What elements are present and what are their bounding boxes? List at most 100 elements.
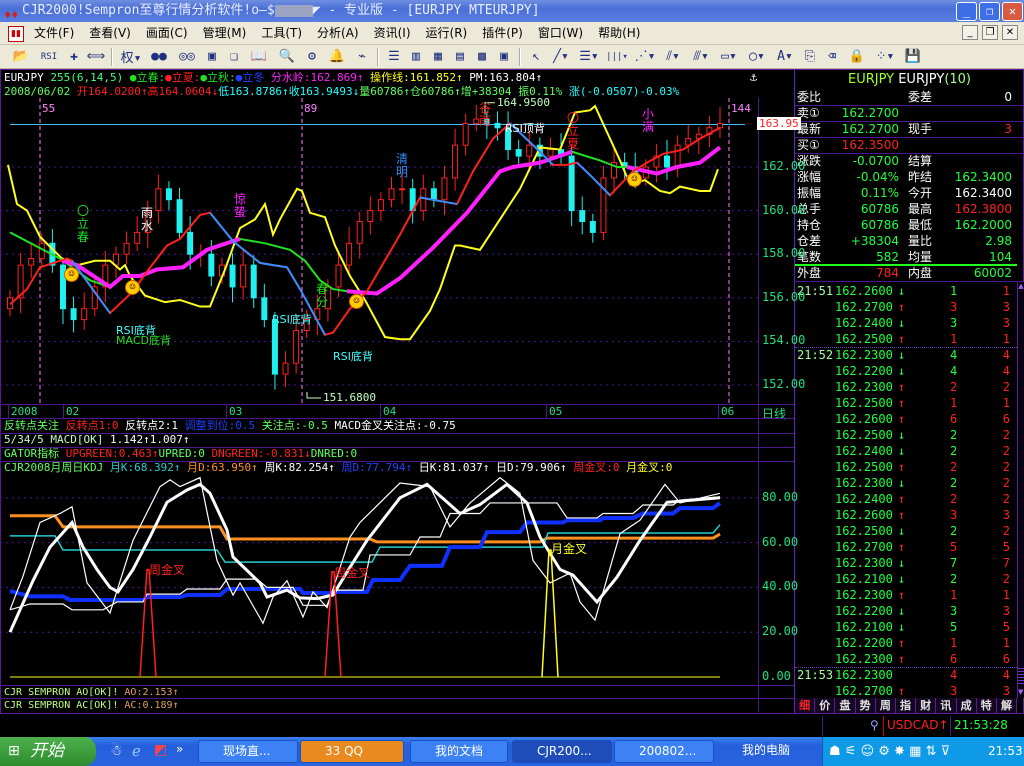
- close-button[interactable]: ✕: [1002, 2, 1023, 21]
- parallel-tool-icon[interactable]: ⫻▾: [688, 47, 714, 67]
- glasses-icon[interactable]: ◎◎: [174, 47, 200, 67]
- menu-item[interactable]: 资讯(I): [374, 26, 411, 40]
- mdi-minimize-button[interactable]: _: [962, 25, 978, 40]
- magenta-ma-line: [346, 149, 573, 296]
- tick-volume: 1: [950, 284, 958, 298]
- tick-direction-icon: ↑: [898, 652, 906, 666]
- pointer-icon[interactable]: ↖: [526, 47, 546, 67]
- window2-icon[interactable]: ▤: [450, 47, 470, 67]
- quicklaunch-more-icon[interactable]: »: [176, 742, 183, 756]
- tick-volume-change: 1: [1002, 396, 1010, 410]
- panel-tab[interactable]: 势: [855, 698, 876, 713]
- book-icon[interactable]: 📖: [246, 47, 272, 67]
- scroll-thumb[interactable]: [1018, 668, 1024, 686]
- panel-tab[interactable]: 解: [996, 698, 1018, 713]
- ellipse-tool-icon[interactable]: ◯▾: [744, 47, 770, 67]
- panel-tab[interactable]: 细: [795, 698, 816, 713]
- fan-tool-icon[interactable]: ⋰▾: [632, 47, 658, 67]
- move-icon[interactable]: ✚: [64, 47, 84, 67]
- rsi-icon[interactable]: RSI: [36, 47, 62, 67]
- alarm-icon[interactable]: 🔔: [324, 47, 350, 67]
- fib-tool-icon[interactable]: ☰▾: [576, 47, 602, 67]
- chart-doc-icon[interactable]: ▮▮: [8, 26, 24, 42]
- quicklaunch-app2-icon[interactable]: ◩: [154, 742, 167, 758]
- menu-item[interactable]: 帮助(H): [598, 26, 640, 40]
- status-symbol[interactable]: USDCAD↑: [887, 718, 949, 732]
- cycle-tool-icon[interactable]: |||▾: [604, 47, 630, 67]
- taskbar-button[interactable]: 33 QQ: [300, 740, 404, 763]
- lock-icon[interactable]: 🔒: [844, 47, 870, 67]
- text-tool-icon[interactable]: A▾: [772, 47, 798, 67]
- line-tool-icon[interactable]: ╱▾: [548, 47, 574, 67]
- plug-icon[interactable]: ⌁: [352, 47, 372, 67]
- period-label[interactable]: 日线: [762, 405, 786, 422]
- tray-icons[interactable]: ☗ ⚟ ☺ ⚙ ✸ ▦ ⇅ ⊽: [829, 737, 950, 766]
- menu-item[interactable]: 分析(A): [317, 26, 359, 40]
- taskbar-button[interactable]: 现场直...: [198, 740, 298, 763]
- kdj-chart[interactable]: [0, 476, 758, 685]
- quicklaunch-app-icon[interactable]: ☃: [110, 743, 123, 759]
- layout-cols-icon[interactable]: ▥: [406, 47, 426, 67]
- f10-icon[interactable]: ▣: [202, 47, 222, 67]
- mdi-restore-button[interactable]: ❐: [982, 25, 998, 40]
- window4-icon[interactable]: ▣: [494, 47, 514, 67]
- eraser-icon[interactable]: ⌫: [822, 47, 842, 67]
- panel-tab[interactable]: 价: [815, 698, 836, 713]
- candle-body: [547, 149, 554, 157]
- scroll-up-arrow-icon[interactable]: ▲: [1018, 282, 1024, 292]
- rights-select[interactable]: 权▾: [118, 47, 144, 67]
- menu-item[interactable]: 插件(P): [482, 26, 523, 40]
- scroll-down-arrow-icon[interactable]: ▼: [1018, 688, 1023, 698]
- stock-icon[interactable]: ⚙: [302, 47, 322, 67]
- indicator-value: DNRED:0: [310, 447, 358, 460]
- menu-item[interactable]: 文件(F): [34, 26, 74, 40]
- window1-icon[interactable]: ▦: [428, 47, 448, 67]
- price-chart[interactable]: [0, 98, 758, 404]
- panel-tab[interactable]: 周: [875, 698, 896, 713]
- restore-button[interactable]: ❐: [979, 2, 1000, 21]
- tick-price: 162.2100: [835, 572, 893, 586]
- candle-body: [81, 308, 88, 321]
- smiley-icon: ☺: [349, 294, 364, 309]
- panel-tab[interactable]: 讯: [936, 698, 957, 713]
- taskbar-button[interactable]: 我的文档: [410, 740, 508, 763]
- rect-tool-icon[interactable]: ▭▾: [716, 47, 742, 67]
- mdi-close-button[interactable]: ✕: [1002, 25, 1018, 40]
- tick-volume: 2: [950, 524, 958, 538]
- start-button[interactable]: ⊞ 开始: [0, 737, 96, 766]
- menu-item[interactable]: 管理(M): [203, 26, 247, 40]
- color-icon[interactable]: ⁘▾: [872, 47, 898, 67]
- panel-tab[interactable]: 指: [895, 698, 917, 713]
- window3-icon[interactable]: ▩: [472, 47, 492, 67]
- panel-tab[interactable]: 特: [976, 698, 997, 713]
- taskbar-button[interactable]: CJR200...: [512, 740, 612, 763]
- tick-row: 21:52 162.2300 ↓ 4 4: [795, 347, 1012, 363]
- menu-item[interactable]: 画面(C): [146, 26, 188, 40]
- open-icon[interactable]: 📂: [8, 47, 34, 67]
- layout-rows-icon[interactable]: ☰: [384, 47, 404, 67]
- tick-volume: 2: [950, 572, 958, 586]
- panel-tab[interactable]: 成: [956, 698, 977, 713]
- arrow-lr-icon[interactable]: ⟺: [86, 47, 106, 67]
- minimize-button[interactable]: _: [956, 2, 977, 21]
- panel-tab[interactable]: 财: [916, 698, 937, 713]
- channel-tool-icon[interactable]: ⫽▾: [660, 47, 686, 67]
- taskbar-button[interactable]: 我的电脑: [718, 740, 818, 763]
- tick-list-scrollbar[interactable]: ▲ ▼: [1017, 282, 1024, 698]
- anchor-icon[interactable]: ⚓: [750, 70, 757, 84]
- save-icon[interactable]: 💾: [900, 47, 926, 67]
- menu-item[interactable]: 查看(V): [89, 26, 131, 40]
- ie-icon[interactable]: ℯ: [132, 742, 141, 760]
- taskbar-button[interactable]: 200802...: [614, 740, 714, 763]
- panel-tab[interactable]: 盘: [835, 698, 856, 713]
- search-icon[interactable]: 🔍: [274, 47, 300, 67]
- tick-price: 162.2300: [835, 588, 893, 602]
- copy-icon[interactable]: ❏: [224, 47, 244, 67]
- menu-item[interactable]: 运行(R): [426, 26, 468, 40]
- copy-draw-icon[interactable]: ⎘: [800, 47, 820, 67]
- menu-item[interactable]: 窗口(W): [538, 26, 583, 40]
- candle-body: [420, 188, 427, 212]
- lights-icon[interactable]: ●●: [146, 47, 172, 67]
- fib-mark-label: 55: [42, 102, 56, 115]
- menu-item[interactable]: 工具(T): [261, 26, 302, 40]
